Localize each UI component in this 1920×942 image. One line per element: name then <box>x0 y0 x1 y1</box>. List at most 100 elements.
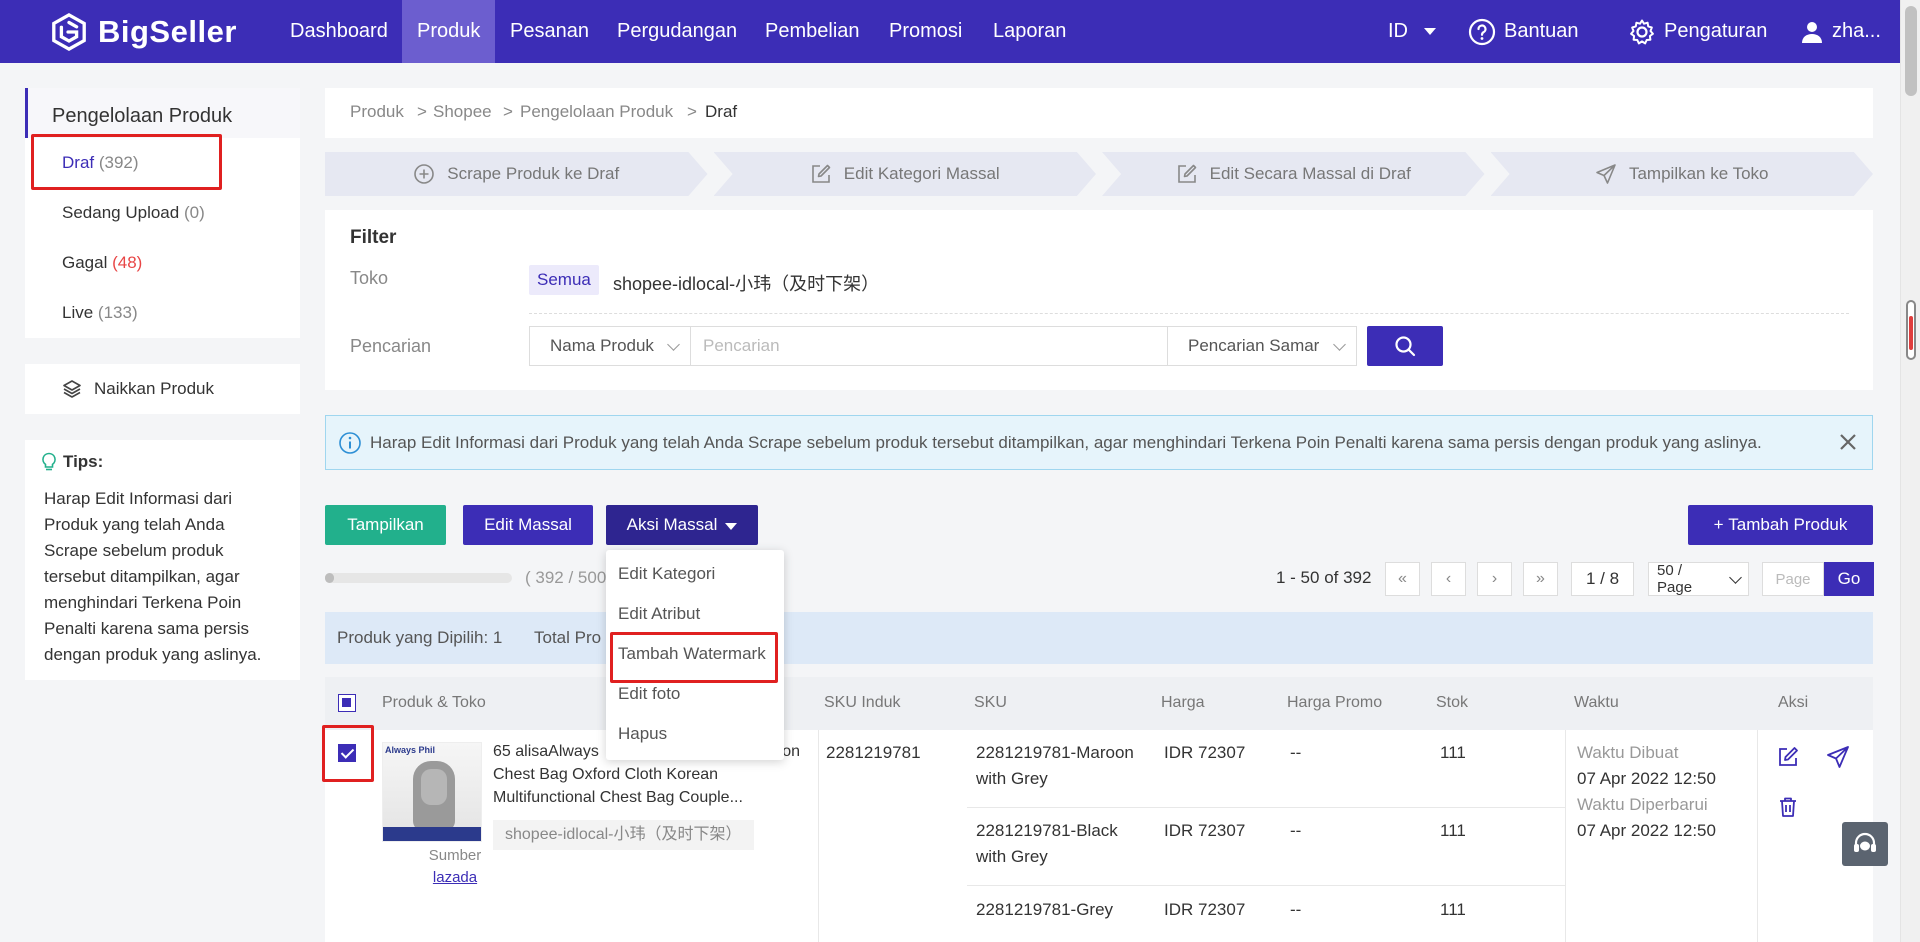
search-mode-select[interactable]: Pencarian Samar <box>1167 326 1357 366</box>
nav-laporan[interactable]: Laporan <box>978 0 1081 63</box>
table-header: Produk & Toko SKU Induk SKU Harga Harga … <box>325 677 1873 730</box>
progress-fill <box>325 573 335 583</box>
step-label: Scrape Produk ke Draf <box>447 164 620 183</box>
sidebar-item-live[interactable]: Live (133) <box>62 303 138 323</box>
search-field-select[interactable]: Nama Produk <box>529 326 691 366</box>
chevron-right-icon: › <box>1491 570 1498 587</box>
step-edit-category[interactable]: Edit Kategori Massal <box>713 152 1096 196</box>
sidebar-item-label: Gagal <box>62 253 108 272</box>
product-title-line1: 65 alisaAlways <box>493 743 599 760</box>
page-scrollbar[interactable] <box>1900 0 1920 942</box>
bulk-edit-button[interactable]: Edit Massal <box>463 505 593 545</box>
edit-icon <box>811 164 831 183</box>
sidebar-item-sedang-upload[interactable]: Sedang Upload (0) <box>62 203 205 223</box>
first-page-button[interactable]: « <box>1385 562 1420 596</box>
store-option[interactable]: shopee-idlocal-小玮（及时下架） <box>613 270 879 296</box>
breadcrumb: Produk > Shopee > Pengelolaan Produk > D… <box>325 88 1873 138</box>
search-button[interactable] <box>1367 326 1443 366</box>
headset-icon <box>1854 832 1876 852</box>
bigseller-logo[interactable]: BigSeller <box>50 12 237 52</box>
go-button[interactable]: Go <box>1824 562 1874 596</box>
menu-item-edit-category[interactable]: Edit Kategori <box>618 564 715 584</box>
variant-price: IDR 72307 <box>1164 900 1246 919</box>
page-jump-input[interactable]: Page <box>1762 562 1824 596</box>
help-label: Bantuan <box>1504 20 1579 42</box>
gear-icon <box>1630 19 1654 44</box>
nav-pergudangan[interactable]: Pergudangan <box>602 0 752 63</box>
edit-icon <box>1177 164 1196 183</box>
nav-pesanan[interactable]: Pesanan <box>495 0 604 63</box>
last-page-button[interactable]: » <box>1523 562 1558 596</box>
variant-stock: 111 <box>1440 900 1466 919</box>
search-mode-value: Pencarian Samar <box>1188 336 1320 355</box>
sidebar-item-gagal[interactable]: Gagal (48) <box>62 253 142 273</box>
menu-item-edit-attribute[interactable]: Edit Atribut <box>618 604 700 624</box>
variant-stock: 111 <box>1440 743 1466 762</box>
trash-icon[interactable] <box>1776 795 1800 819</box>
breadcrumb-pengelolaan[interactable]: Pengelolaan Produk <box>520 88 673 136</box>
user-menu[interactable]: zha... <box>1800 0 1881 63</box>
source-link[interactable]: lazada <box>405 865 505 891</box>
nav-dashboard[interactable]: Dashboard <box>275 0 403 63</box>
column-header-promo-price: Harga Promo <box>1287 694 1383 711</box>
help-link[interactable]: Bantuan <box>1468 0 1579 63</box>
scrollbar-thumb[interactable] <box>1905 6 1917 96</box>
search-input[interactable] <box>691 326 1167 366</box>
menu-item-delete[interactable]: Hapus <box>618 724 667 744</box>
search-icon <box>1395 336 1416 357</box>
settings-link[interactable]: Pengaturan <box>1628 0 1767 63</box>
publish-button[interactable]: Tampilkan <box>325 505 446 545</box>
nav-produk[interactable]: Produk <box>402 0 496 63</box>
language-label: ID <box>1388 20 1408 42</box>
step-publish[interactable]: Tampilkan ke Toko <box>1490 152 1873 196</box>
add-product-button[interactable]: + Tambah Produk <box>1688 505 1873 545</box>
select-all-checkbox[interactable] <box>338 694 356 712</box>
updated-time: 07 Apr 2022 12:50 <box>1577 821 1716 840</box>
highlight-box-draf <box>31 134 222 190</box>
settings-label: Pengaturan <box>1664 20 1768 42</box>
tips-title: Tips: <box>41 452 103 472</box>
product-quota-progress <box>325 573 512 583</box>
breadcrumb-produk[interactable]: Produk <box>350 88 404 136</box>
created-label: Waktu Dibuat <box>1577 743 1679 762</box>
store-all-chip[interactable]: Semua <box>529 265 599 295</box>
nav-promosi[interactable]: Promosi <box>874 0 977 63</box>
close-icon[interactable] <box>1834 428 1862 456</box>
send-icon[interactable] <box>1826 745 1850 769</box>
language-selector[interactable]: ID <box>1388 0 1436 63</box>
thumbnail-strip <box>383 827 481 841</box>
step-bulk-edit[interactable]: Edit Secara Massal di Draf <box>1102 152 1485 196</box>
variant-sku-line1: 2281219781-Grey <box>976 900 1114 919</box>
bulk-action-button[interactable]: Aksi Massal <box>606 505 758 545</box>
product-title-line1-end: on <box>782 743 800 760</box>
column-header-parent-sku: SKU Induk <box>824 694 901 711</box>
edit-icon[interactable] <box>1776 745 1800 769</box>
next-page-button[interactable]: › <box>1477 562 1512 596</box>
thumbnail-brand: Always Phil <box>385 745 436 755</box>
breadcrumb-draf: Draf <box>705 102 738 121</box>
chevron-down-icon <box>1333 337 1346 351</box>
per-page-select[interactable]: 50 / Page <box>1648 562 1749 596</box>
step-scrape[interactable]: Scrape Produk ke Draf <box>325 152 708 196</box>
product-thumbnail[interactable]: Always Phil <box>382 742 482 842</box>
menu-item-edit-photo[interactable]: Edit foto <box>618 684 680 704</box>
help-icon <box>1468 18 1496 45</box>
double-chevron-right-icon: » <box>1536 570 1545 587</box>
variant-stock: 111 <box>1440 821 1466 840</box>
variant-promo-price: -- <box>1290 743 1302 762</box>
divider <box>967 807 1565 808</box>
prev-page-button[interactable]: ‹ <box>1431 562 1466 596</box>
variant-sku-line1: 2281219781-Black <box>976 821 1118 840</box>
variant-promo-price: -- <box>1290 900 1302 919</box>
logo-text: BigSeller <box>98 14 237 49</box>
upload-product-button[interactable]: Naikkan Produk <box>25 364 300 414</box>
customer-service-button[interactable] <box>1842 822 1888 866</box>
nav-pembelian[interactable]: Pembelian <box>750 0 875 63</box>
variant-sku: 2281219781-Grey <box>976 897 1113 923</box>
double-chevron-left-icon: « <box>1398 570 1407 587</box>
breadcrumb-shopee[interactable]: Shopee <box>433 88 492 136</box>
highlight-box-watermark <box>610 632 778 683</box>
chevron-down-icon <box>1729 570 1742 584</box>
variant-sku-line2: with Grey <box>976 847 1048 866</box>
column-header-product: Produk & Toko <box>382 694 486 711</box>
